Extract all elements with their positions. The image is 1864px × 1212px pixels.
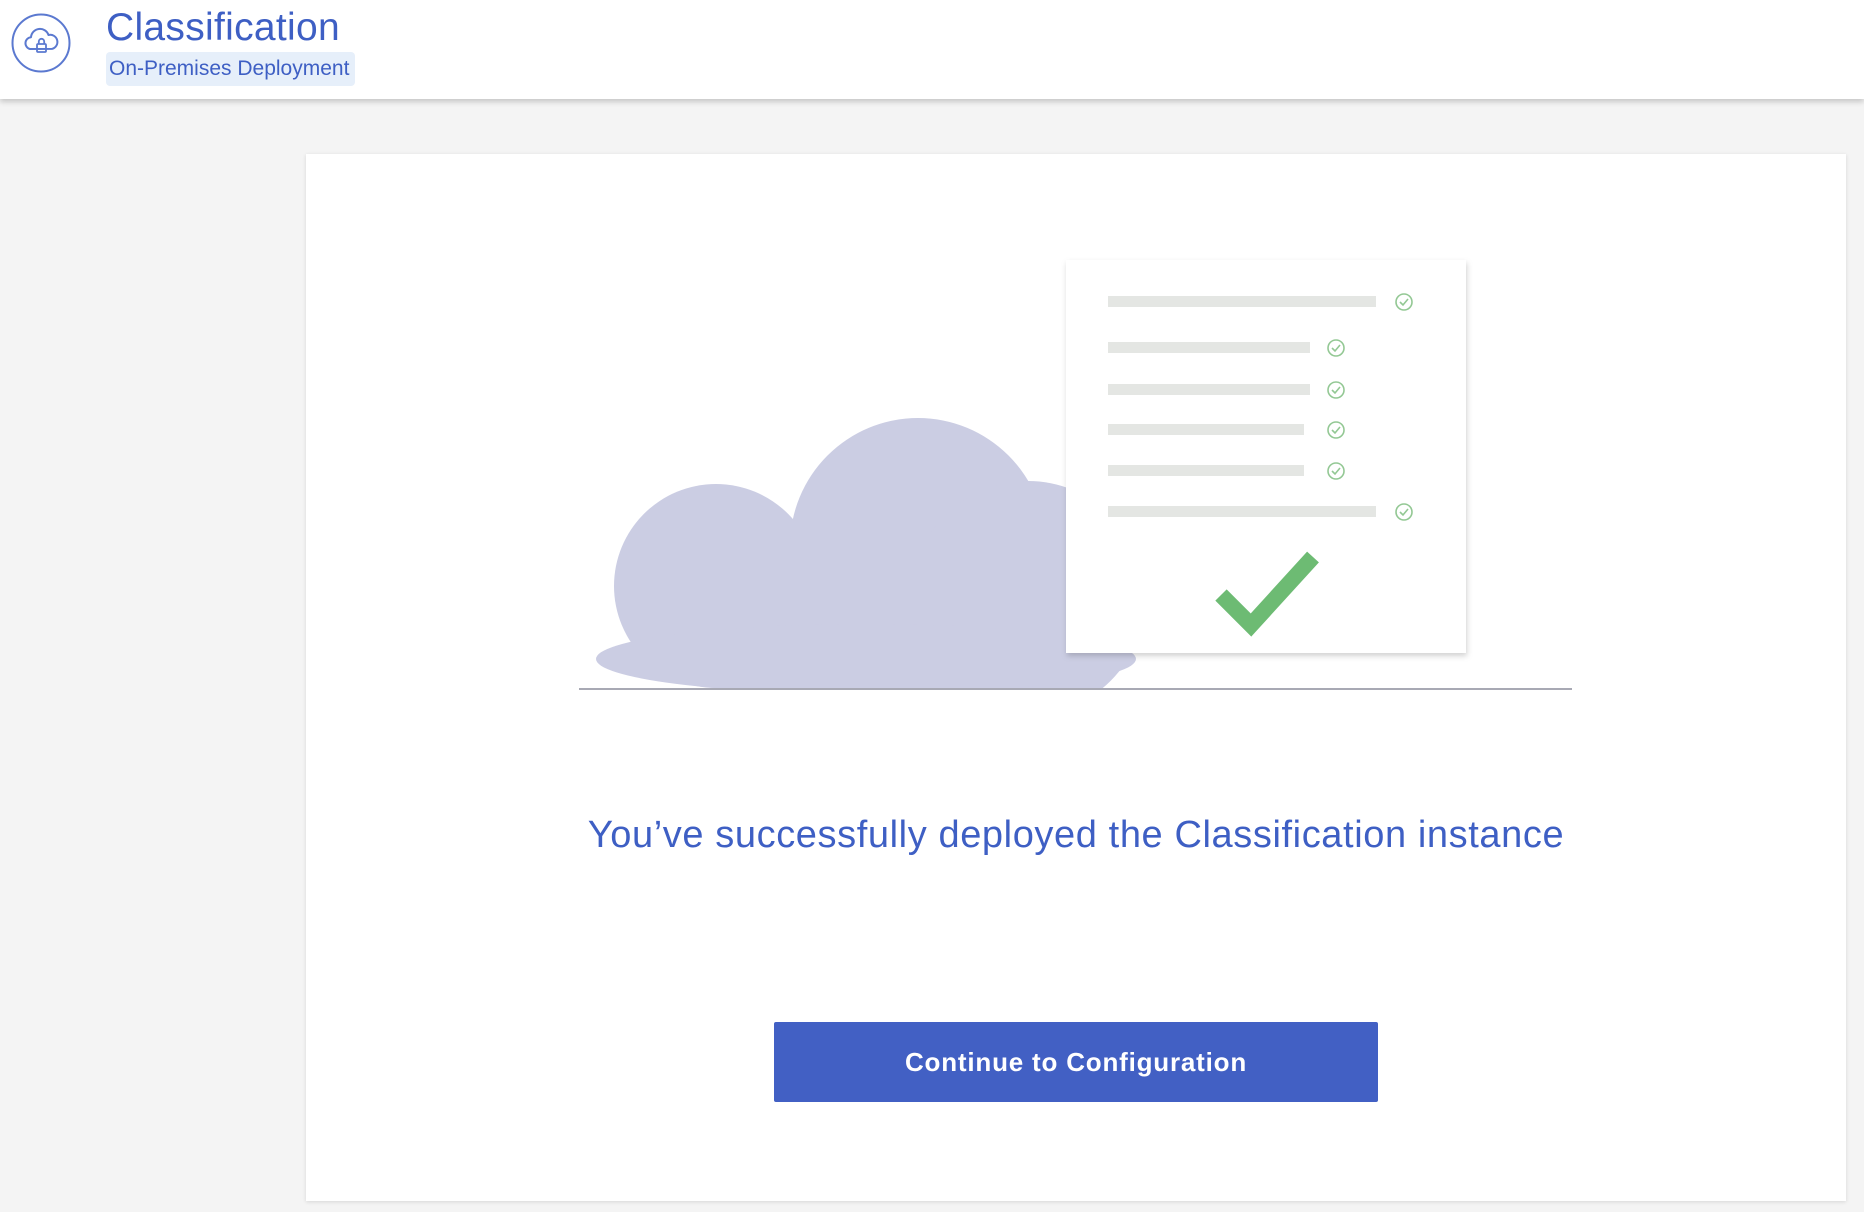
success-card: You’ve successfully deployed the Classif… [306,154,1846,1201]
cloud-lock-icon [11,13,71,73]
checklist-document [1066,260,1466,653]
cloud-shape [596,418,1145,689]
success-message: You’ve successfully deployed the Classif… [587,814,1565,856]
deployment-badge: On-Premises Deployment [106,52,356,86]
app-header: Classification On-Premises Deployment [0,0,1864,99]
cloud-document-checklist-illustration [579,260,1572,690]
continue-to-configuration-button[interactable]: Continue to Configuration [774,1022,1378,1102]
app-title: Classification [106,6,340,49]
